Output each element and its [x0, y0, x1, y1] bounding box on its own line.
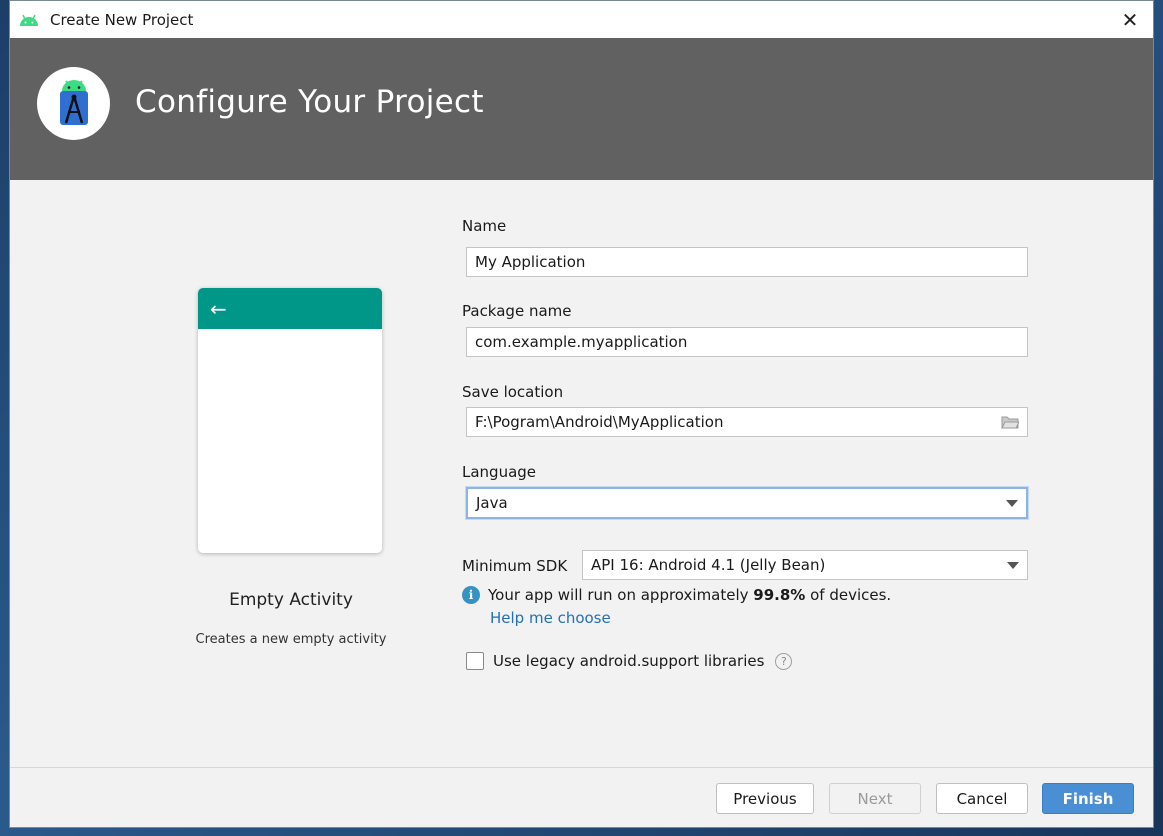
language-select[interactable]: Java	[466, 487, 1028, 519]
create-project-dialog: Create New Project ✕ Configure Your Proj…	[9, 0, 1154, 828]
package-name-field[interactable]: com.example.myapplication	[466, 327, 1028, 357]
next-button[interactable]: Next	[829, 783, 921, 814]
close-icon[interactable]: ✕	[1107, 1, 1153, 38]
package-name-value: com.example.myapplication	[475, 333, 688, 351]
template-name: Empty Activity	[229, 590, 353, 610]
minimum-sdk-select[interactable]: API 16: Android 4.1 (Jelly Bean)	[582, 550, 1028, 580]
android-icon	[20, 14, 38, 26]
chevron-down-icon	[1007, 562, 1019, 569]
info-percent: 99.8%	[753, 586, 806, 604]
info-icon: i	[462, 586, 480, 604]
language-value: Java	[476, 494, 508, 512]
name-value: My Application	[475, 253, 586, 271]
legacy-libraries-checkbox[interactable]	[466, 652, 484, 670]
previous-button[interactable]: Previous	[716, 783, 814, 814]
android-studio-icon	[37, 67, 110, 140]
window-title: Create New Project	[50, 10, 194, 29]
package-name-label: Package name	[462, 302, 572, 320]
page-title: Configure Your Project	[135, 84, 484, 120]
preview-app-bar: ←	[198, 288, 382, 329]
wizard-header: Configure Your Project	[10, 38, 1153, 180]
name-field[interactable]: My Application	[466, 247, 1028, 277]
name-label: Name	[462, 217, 507, 235]
title-bar: Create New Project ✕	[10, 1, 1153, 38]
wizard-content: ← Empty Activity Creates a new empty act…	[10, 180, 1153, 767]
minimum-sdk-value: API 16: Android 4.1 (Jelly Bean)	[591, 556, 826, 574]
chevron-down-icon	[1006, 500, 1018, 507]
back-arrow-icon: ←	[210, 296, 227, 321]
save-location-value: F:\Pogram\Android\MyApplication	[475, 413, 724, 431]
info-text-suffix: of devices.	[805, 586, 892, 604]
cancel-button[interactable]: Cancel	[936, 783, 1028, 814]
device-coverage-info: i Your app will run on approximately 99.…	[462, 586, 891, 604]
wizard-footer: Previous Next Cancel Finish	[10, 767, 1153, 829]
language-label: Language	[462, 463, 537, 481]
activity-template-preview: ←	[198, 288, 382, 553]
help-icon[interactable]: ?	[775, 652, 793, 670]
save-location-field[interactable]: F:\Pogram\Android\MyApplication	[466, 407, 1028, 437]
template-description: Creates a new empty activity	[195, 632, 387, 647]
help-me-choose-link[interactable]: Help me choose	[490, 609, 611, 627]
info-text-prefix: Your app will run on approximately	[488, 586, 754, 604]
minimum-sdk-label: Minimum SDK	[462, 557, 568, 575]
legacy-libraries-option[interactable]: Use legacy android.support libraries ?	[466, 652, 793, 670]
save-location-label: Save location	[462, 383, 564, 401]
folder-icon[interactable]	[1001, 415, 1019, 429]
finish-button[interactable]: Finish	[1042, 783, 1134, 814]
legacy-libraries-label: Use legacy android.support libraries	[493, 652, 765, 670]
